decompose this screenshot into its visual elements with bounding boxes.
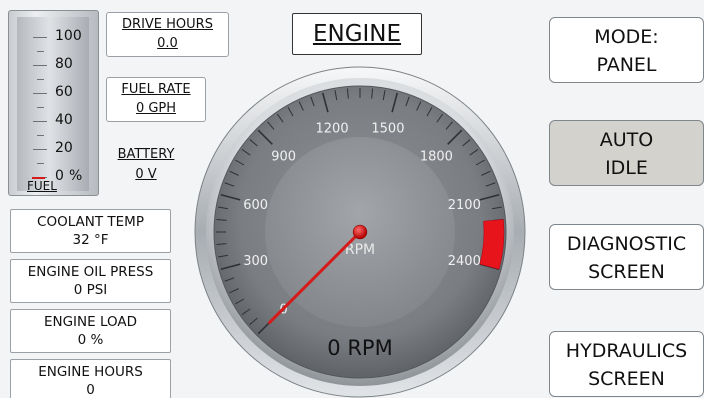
- fuel-gauge: 100 80 60 40 20 0 % FUEL: [8, 10, 99, 196]
- battery-value: 0 V: [135, 167, 157, 182]
- engine-hours-value: 0: [86, 382, 95, 398]
- engine-load-panel: ENGINE LOAD 0 %: [10, 309, 171, 353]
- coolant-temp-label: COOLANT TEMP: [37, 214, 144, 230]
- rpm-tick-label: 2100: [448, 198, 481, 213]
- fuel-tick: [33, 37, 47, 38]
- mode-button-line2: PANEL: [596, 54, 657, 76]
- rpm-tick-label: 1500: [371, 122, 404, 137]
- diagnostic-line1: DIAGNOSTIC: [566, 233, 687, 255]
- hydraulics-line2: SCREEN: [588, 368, 665, 390]
- hydraulics-line1: HYDRAULICS: [565, 340, 688, 362]
- needle-hub: [352, 224, 368, 240]
- rpm-tick-label: 2400: [448, 254, 481, 269]
- fuel-tick: [37, 163, 44, 164]
- engine-hours-panel: ENGINE HOURS 0: [10, 359, 171, 398]
- diagnostic-line2: SCREEN: [588, 261, 665, 283]
- auto-idle-line1: AUTO: [599, 129, 654, 151]
- coolant-temp-value: 32 °F: [72, 232, 109, 248]
- fuel-unit: %: [69, 168, 83, 184]
- fuel-scale-label: 20: [55, 140, 73, 156]
- fuel-tick: [33, 93, 47, 94]
- rpm-tick-label: 900: [271, 150, 296, 165]
- page-title-box: ENGINE: [292, 13, 422, 55]
- fuel-tick: [33, 121, 47, 122]
- engine-load-label: ENGINE LOAD: [43, 314, 138, 330]
- fuel-scale-label: 100: [55, 28, 82, 44]
- drive-hours-value: 0.0: [157, 36, 178, 51]
- fuel-label: FUEL: [27, 179, 57, 193]
- fuel-scale-label: 60: [55, 84, 73, 100]
- fuel-tick: [33, 65, 47, 66]
- coolant-temp-panel: COOLANT TEMP 32 °F: [10, 209, 171, 253]
- rpm-gauge: 030060090012001500180021002400 RPM 0 RPM: [194, 66, 526, 398]
- diagnostic-screen-button[interactable]: DIAGNOSTIC SCREEN: [549, 224, 704, 290]
- engine-hours-label: ENGINE HOURS: [38, 364, 143, 380]
- drive-hours-panel: DRIVE HOURS 0.0: [106, 12, 229, 57]
- engine-load-value: 0 %: [77, 332, 104, 348]
- oil-pressure-panel: ENGINE OIL PRESS 0 PSI: [10, 259, 171, 303]
- fuel-scale-label: 40: [55, 112, 73, 128]
- fuel-tick: [33, 149, 47, 150]
- rpm-tick-label: 300: [243, 254, 268, 269]
- fuel-tick: [37, 135, 44, 136]
- mode-panel-button[interactable]: MODE: PANEL: [549, 17, 704, 83]
- rpm-tick-label: 600: [243, 198, 268, 213]
- oil-pressure-label: ENGINE OIL PRESS: [27, 264, 154, 280]
- rpm-readout: 0 RPM: [327, 336, 392, 360]
- drive-hours-label: DRIVE HOURS: [122, 17, 213, 32]
- fuel-scale-label: 80: [55, 56, 73, 72]
- fuel-tick: [37, 107, 44, 108]
- auto-idle-line2: IDLE: [605, 157, 648, 179]
- rpm-tick-label: 1800: [420, 150, 453, 165]
- mode-button-line1: MODE:: [594, 26, 659, 48]
- oil-pressure-value: 0 PSI: [73, 282, 108, 298]
- fuel-tick: [37, 51, 44, 52]
- page-title: ENGINE: [312, 21, 402, 47]
- rpm-tick-label: 1200: [316, 122, 349, 137]
- auto-idle-button[interactable]: AUTO IDLE: [549, 120, 704, 186]
- hydraulics-screen-button[interactable]: HYDRAULICS SCREEN: [549, 331, 704, 397]
- battery-panel: BATTERY 0 V: [106, 147, 186, 183]
- fuel-tick: [37, 79, 44, 80]
- battery-label: BATTERY: [117, 147, 175, 162]
